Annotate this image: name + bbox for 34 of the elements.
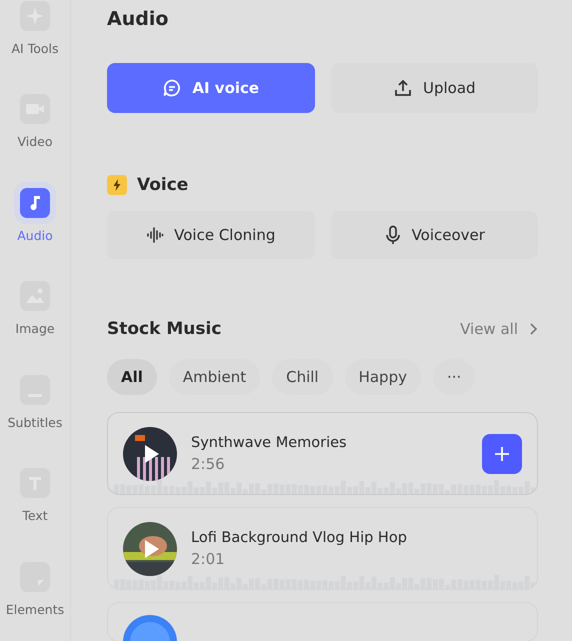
music-note-icon xyxy=(20,188,50,218)
track-title: Lofi Background Vlog Hip Hop xyxy=(191,530,408,546)
upload-icon xyxy=(392,78,413,98)
add-button[interactable] xyxy=(482,434,522,474)
chevron-right-icon xyxy=(528,322,538,336)
voice-button[interactable]: Voice Cloning xyxy=(107,211,314,259)
sidebar-item[interactable]: Video xyxy=(0,80,70,174)
filter-chip[interactable]: Chill xyxy=(272,359,333,395)
sidebar-item[interactable]: Image xyxy=(0,267,70,361)
track-duration: 2:01 xyxy=(191,550,226,568)
panel-title: Audio xyxy=(107,7,170,32)
filter-chip[interactable]: ··· xyxy=(432,359,476,395)
sidebar-item[interactable]: Subtitles xyxy=(0,360,70,454)
sidebar-item[interactable]: Elements xyxy=(0,548,70,641)
track-card[interactable]: Lofi Background Vlog Hip Hop 2:01 xyxy=(107,507,538,590)
track-card[interactable] xyxy=(107,602,538,641)
track-duration: 2:56 xyxy=(191,454,226,472)
sidebar-item[interactable]: Text xyxy=(0,454,70,548)
source-tab[interactable]: AI voice xyxy=(107,63,314,113)
sound-wave-icon xyxy=(146,226,164,244)
track-card[interactable]: Synthwave Memories 2:56 xyxy=(107,412,538,495)
track-title: Synthwave Memories xyxy=(191,434,348,450)
sidebar-item[interactable]: AI Tools xyxy=(0,0,70,80)
filter-chip[interactable]: Happy xyxy=(344,359,421,395)
section-title: Voice xyxy=(137,175,188,195)
filter-chip[interactable]: All xyxy=(107,359,157,395)
filter-chip[interactable]: Ambient xyxy=(168,359,260,395)
microphone-icon xyxy=(384,225,402,245)
plus-icon xyxy=(494,446,510,462)
voice-button[interactable]: Voiceover xyxy=(330,211,538,259)
lightning-icon xyxy=(107,175,127,195)
chat-bubble-icon xyxy=(162,78,182,98)
source-tab[interactable]: Upload xyxy=(330,63,538,113)
section-title: Stock Music xyxy=(107,319,222,339)
